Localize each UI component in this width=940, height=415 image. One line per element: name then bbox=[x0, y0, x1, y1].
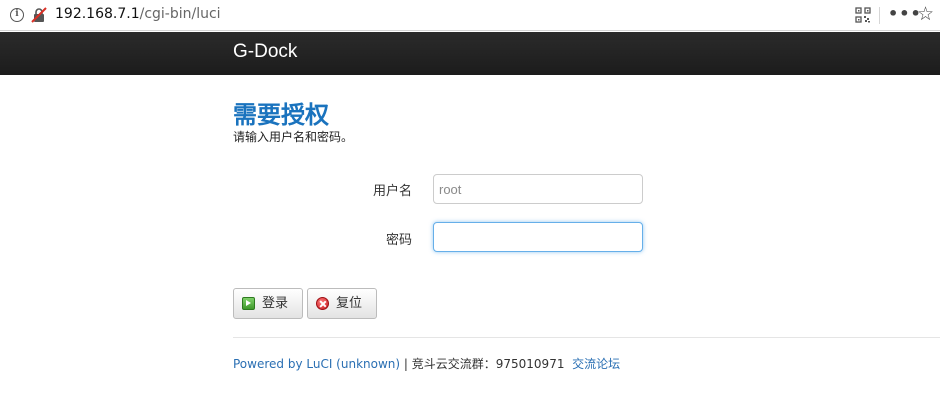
brand-title[interactable]: G-Dock bbox=[233, 41, 297, 63]
browser-address-bar: i 192.168.7.1/cgi-bin/luci ••• ☆ bbox=[0, 0, 940, 31]
login-button[interactable]: 登录 bbox=[233, 288, 303, 319]
footer-divider bbox=[233, 337, 940, 338]
login-icon bbox=[242, 297, 255, 310]
address-input[interactable]: 192.168.7.1/cgi-bin/luci bbox=[55, 6, 221, 22]
forum-link[interactable]: 交流论坛 bbox=[572, 357, 620, 371]
info-icon[interactable]: i bbox=[10, 8, 24, 22]
password-label: 密码 bbox=[385, 233, 412, 248]
url-host: 192.168.7.1 bbox=[55, 6, 140, 22]
qr-code-icon[interactable] bbox=[855, 7, 871, 23]
username-label: 用户名 bbox=[372, 184, 412, 199]
url-path: /cgi-bin/luci bbox=[139, 6, 221, 22]
password-input[interactable] bbox=[433, 222, 643, 252]
reset-icon bbox=[316, 297, 329, 310]
insecure-lock-icon[interactable] bbox=[31, 7, 47, 23]
app-header: G-Dock bbox=[0, 32, 940, 75]
footer: Powered by LuCI (unknown) | 竞斗云交流群：97501… bbox=[233, 355, 620, 372]
username-input[interactable] bbox=[433, 174, 643, 204]
toolbar-separator bbox=[879, 7, 880, 24]
group-text: 竞斗云交流群：975010971 bbox=[411, 357, 565, 371]
powered-by-link[interactable]: Powered by LuCI (unknown) bbox=[233, 357, 400, 371]
star-icon[interactable]: ☆ bbox=[917, 3, 934, 25]
reset-button[interactable]: 复位 bbox=[307, 288, 377, 319]
reset-label: 复位 bbox=[336, 296, 363, 311]
page-description: 请输入用户名和密码。 bbox=[233, 130, 354, 144]
page-title: 需要授权 bbox=[233, 101, 329, 129]
login-label: 登录 bbox=[262, 296, 289, 311]
footer-separator: | bbox=[400, 357, 412, 371]
